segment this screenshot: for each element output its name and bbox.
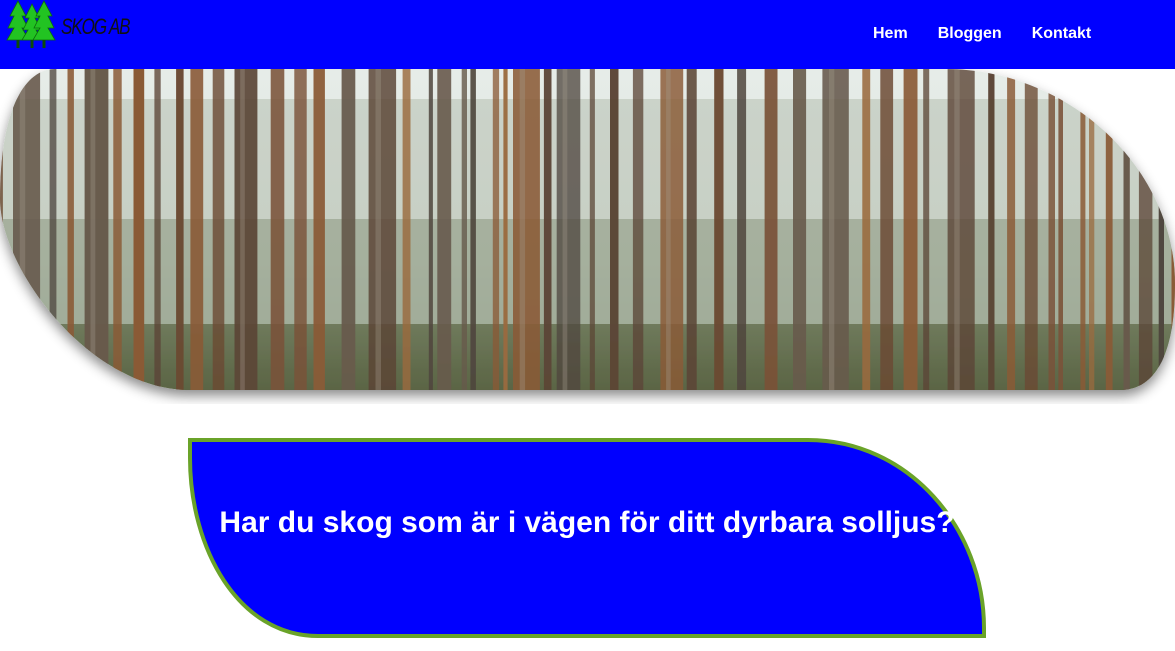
tree-trunk [764, 69, 778, 390]
tree-trunk [903, 69, 918, 390]
tree-trunk [1007, 69, 1016, 390]
trunk-highlight [90, 69, 96, 390]
pine-trees-icon [6, 0, 56, 48]
tree-trunk [1089, 69, 1095, 390]
tree-trunk [1158, 69, 1164, 390]
hero-image [0, 69, 1175, 404]
tree-trunk [1123, 69, 1130, 390]
tree-trunk [513, 69, 540, 390]
tree-trunk [988, 69, 995, 390]
tree-trunk [437, 69, 452, 390]
nav-link-kontakt[interactable]: Kontakt [1032, 24, 1092, 44]
trunk-highlight [519, 69, 526, 390]
tree-trunk [543, 69, 552, 390]
tree-trunk [1138, 69, 1153, 390]
tree-trunk [461, 69, 467, 390]
tree-trunk [1171, 69, 1175, 390]
tree-trunk [880, 69, 894, 390]
trunk-highlight [19, 69, 26, 390]
logo-text: SKOG AB [61, 14, 131, 39]
tree-trunk [84, 69, 109, 390]
tree-trunk [49, 69, 57, 390]
tree-trunk [686, 69, 697, 390]
nav-link-bloggen[interactable]: Bloggen [938, 24, 1002, 44]
site-header: SKOG AB Hem Bloggen Kontakt [0, 0, 1175, 69]
tree-trunk [714, 69, 724, 390]
trunk-highlight [562, 69, 568, 390]
tree-trunk [67, 69, 74, 390]
tree-trunk [610, 69, 619, 390]
tree-trunk [1058, 69, 1063, 390]
tree-trunk [133, 69, 145, 390]
tree-trunk [822, 69, 849, 390]
forest-photo [0, 69, 1175, 390]
tree-trunk [212, 69, 225, 390]
trunk-highlight [240, 69, 245, 390]
tree-trunk [270, 69, 285, 390]
tree-trunk [368, 69, 397, 390]
tree-trunk [0, 69, 3, 390]
tree-trunk [313, 69, 325, 390]
tree-trunk [190, 69, 204, 390]
cta-banner-title: Har du skog som är i vägen för ditt dyrb… [219, 506, 955, 539]
tree-trunk [1080, 69, 1086, 390]
tree-trunk [1048, 69, 1055, 390]
tree-trunk [632, 69, 644, 390]
tree-trunk [923, 69, 930, 390]
nav-link-hem[interactable]: Hem [873, 24, 908, 44]
tree-trunk [428, 69, 433, 390]
trunk-highlight [375, 69, 381, 390]
trunk-highlight [954, 69, 960, 390]
logo[interactable]: SKOG AB [6, 0, 131, 50]
tree-trunk [947, 69, 975, 390]
tree-trunk [13, 69, 41, 390]
tree-trunk [556, 69, 581, 390]
tree-trunk [234, 69, 258, 390]
tree-trunk [862, 69, 871, 390]
main-nav: Hem Bloggen Kontakt [873, 24, 1091, 44]
tree-trunk [154, 69, 161, 390]
tree-trunk [294, 69, 307, 390]
tree-trunk [1024, 69, 1038, 390]
tree-trunk [1105, 69, 1113, 390]
trunk-highlight [829, 69, 835, 390]
tree-trunk [589, 69, 595, 390]
trunk-highlight [666, 69, 671, 390]
tree-trunk [660, 69, 684, 390]
tree-trunk [503, 69, 508, 390]
tree-trunk [793, 69, 807, 390]
tree-trunk [470, 69, 476, 390]
tree-trunk [402, 69, 411, 390]
tree-trunk [341, 69, 356, 390]
tree-trunk [492, 69, 500, 390]
tree-trunk [176, 69, 184, 390]
tree-trunk [113, 69, 122, 390]
tree-trunk [737, 69, 747, 390]
